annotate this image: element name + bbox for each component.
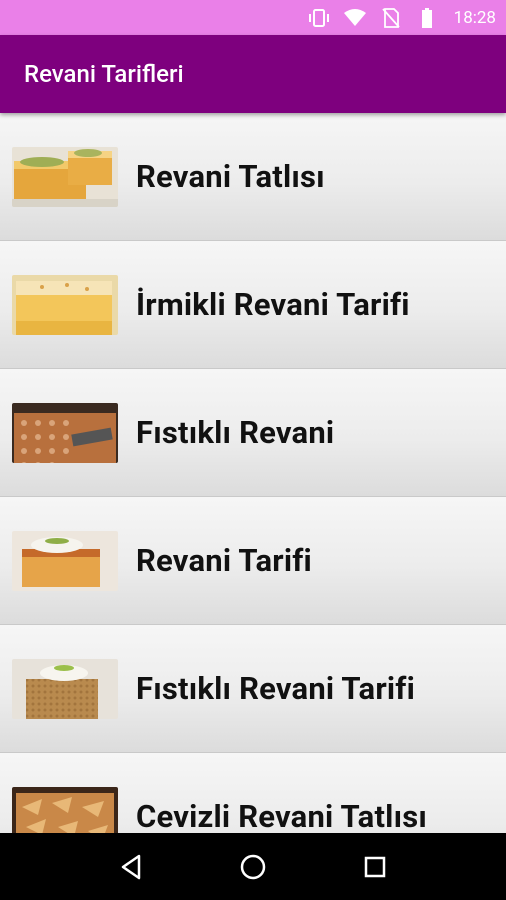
vibrate-icon: [308, 7, 330, 29]
recipe-title: Revani Tarifi: [136, 542, 312, 579]
walnut-revani-photo: [12, 786, 118, 833]
list-item[interactable]: Fıstıklı Revani: [0, 369, 506, 497]
list-item[interactable]: Fıstıklı Revani Tarifi: [0, 625, 506, 753]
no-sim-icon: [380, 7, 402, 29]
list-item[interactable]: Revani Tatlısı: [0, 113, 506, 241]
pistachio-revani-slice-photo: [12, 658, 118, 719]
list-item[interactable]: İrmikli Revani Tarifi: [0, 241, 506, 369]
recipe-list[interactable]: Revani Tatlısı İrmikli Revani Tarifi Fıs…: [0, 113, 506, 833]
recipe-title: Cevizli Revani Tatlısı: [136, 798, 428, 833]
recipe-title: İrmikli Revani Tarifi: [136, 286, 410, 323]
pistachio-revani-tray-photo: [12, 402, 118, 463]
revani-with-cream-photo: [12, 530, 118, 591]
recents-icon[interactable]: [355, 847, 395, 887]
wifi-icon: [343, 7, 366, 29]
back-icon[interactable]: [111, 847, 151, 887]
list-item[interactable]: Cevizli Revani Tatlısı: [0, 753, 506, 833]
status-bar: 18:28: [0, 0, 506, 35]
home-icon[interactable]: [233, 847, 273, 887]
battery-icon: [416, 7, 438, 29]
semolina-revani-photo: [12, 274, 118, 335]
recipe-title: Revani Tatlısı: [136, 158, 325, 195]
list-item[interactable]: Revani Tarifi: [0, 497, 506, 625]
navigation-bar: [0, 833, 506, 900]
app-bar: Revani Tarifleri: [0, 35, 506, 113]
recipe-title: Fıstıklı Revani Tarifi: [136, 670, 415, 707]
revani-slices-photo: [12, 146, 118, 207]
app-title: Revani Tarifleri: [24, 60, 184, 88]
recipe-title: Fıstıklı Revani: [136, 414, 335, 451]
status-time: 18:28: [453, 7, 496, 28]
